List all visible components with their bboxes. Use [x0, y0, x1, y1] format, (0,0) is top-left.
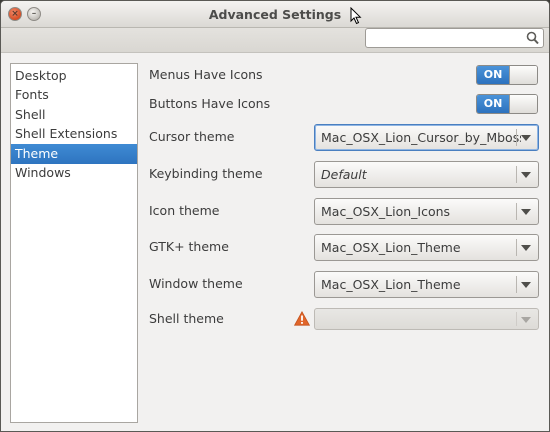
chevron-down-icon	[521, 209, 531, 215]
window-title: Advanced Settings	[208, 7, 342, 22]
chevron-down-icon	[521, 245, 531, 251]
switch-state-label: ON	[477, 66, 509, 84]
chevron-down-icon	[521, 172, 531, 178]
menus-have-icons-switch[interactable]: ON	[476, 65, 538, 85]
dropdown-separator	[516, 239, 517, 256]
advanced-settings-window: Advanced Settings × – Desktop Fonts Shel…	[0, 0, 550, 432]
switch-knob[interactable]	[509, 95, 537, 113]
dropdown-separator	[516, 166, 517, 183]
sidebar-item-windows[interactable]: Windows	[11, 163, 137, 183]
gtk-theme-value: Mac_OSX_Lion_Theme	[321, 240, 461, 255]
sidebar-item-fonts[interactable]: Fonts	[11, 85, 137, 105]
close-window-button[interactable]: ×	[8, 7, 22, 21]
window-theme-dropdown[interactable]: Mac_OSX_Lion_Theme	[314, 271, 539, 298]
dropdown-separator	[516, 312, 517, 326]
cursor-theme-label: Cursor theme	[149, 129, 235, 144]
keybinding-theme-dropdown[interactable]: Default	[314, 161, 539, 188]
warning-icon	[294, 311, 310, 326]
gtk-theme-dropdown[interactable]: Mac_OSX_Lion_Theme	[314, 234, 539, 261]
close-icon: ×	[11, 9, 19, 19]
category-sidebar: Desktop Fonts Shell Shell Extensions The…	[10, 63, 138, 423]
search-field[interactable]	[365, 28, 544, 48]
sidebar-item-shell[interactable]: Shell	[11, 105, 137, 125]
sidebar-item-desktop[interactable]: Desktop	[11, 66, 137, 86]
cursor-theme-value: Mac_OSX_Lion_Cursor_by_Mboss	[321, 130, 521, 145]
switch-knob[interactable]	[509, 66, 537, 84]
buttons-have-icons-label: Buttons Have Icons	[149, 96, 271, 111]
icon-theme-value: Mac_OSX_Lion_Icons	[321, 204, 451, 219]
minimize-icon: –	[31, 9, 37, 19]
keybinding-theme-value: Default	[321, 167, 367, 182]
dropdown-separator	[516, 276, 517, 293]
chevron-down-icon	[521, 135, 531, 141]
chevron-down-icon	[521, 282, 531, 288]
switch-state-label: ON	[477, 95, 509, 113]
keybinding-theme-label: Keybinding theme	[149, 166, 263, 181]
sidebar-item-theme[interactable]: Theme	[11, 144, 137, 164]
dropdown-separator	[516, 203, 517, 220]
buttons-have-icons-switch[interactable]: ON	[476, 94, 538, 114]
menus-have-icons-label: Menus Have Icons	[149, 67, 263, 82]
icon-theme-label: Icon theme	[149, 203, 220, 218]
cursor-theme-dropdown[interactable]: Mac_OSX_Lion_Cursor_by_Mboss	[314, 124, 539, 151]
shell-theme-value	[321, 309, 521, 329]
icon-theme-dropdown[interactable]: Mac_OSX_Lion_Icons	[314, 198, 539, 225]
mouse-pointer-icon	[350, 7, 362, 25]
shell-theme-dropdown	[314, 308, 539, 330]
minimize-window-button[interactable]: –	[27, 7, 41, 21]
window-theme-value: Mac_OSX_Lion_Theme	[321, 277, 461, 292]
chevron-down-icon	[521, 317, 531, 323]
window-theme-label: Window theme	[149, 276, 243, 291]
search-icon	[526, 31, 539, 45]
sidebar-item-shell-extensions[interactable]: Shell Extensions	[11, 124, 137, 144]
toolbar	[1, 28, 549, 53]
gtk-theme-label: GTK+ theme	[149, 239, 229, 254]
dropdown-separator	[516, 129, 517, 146]
shell-theme-label: Shell theme	[149, 311, 224, 326]
title-bar: Advanced Settings × –	[1, 1, 549, 28]
